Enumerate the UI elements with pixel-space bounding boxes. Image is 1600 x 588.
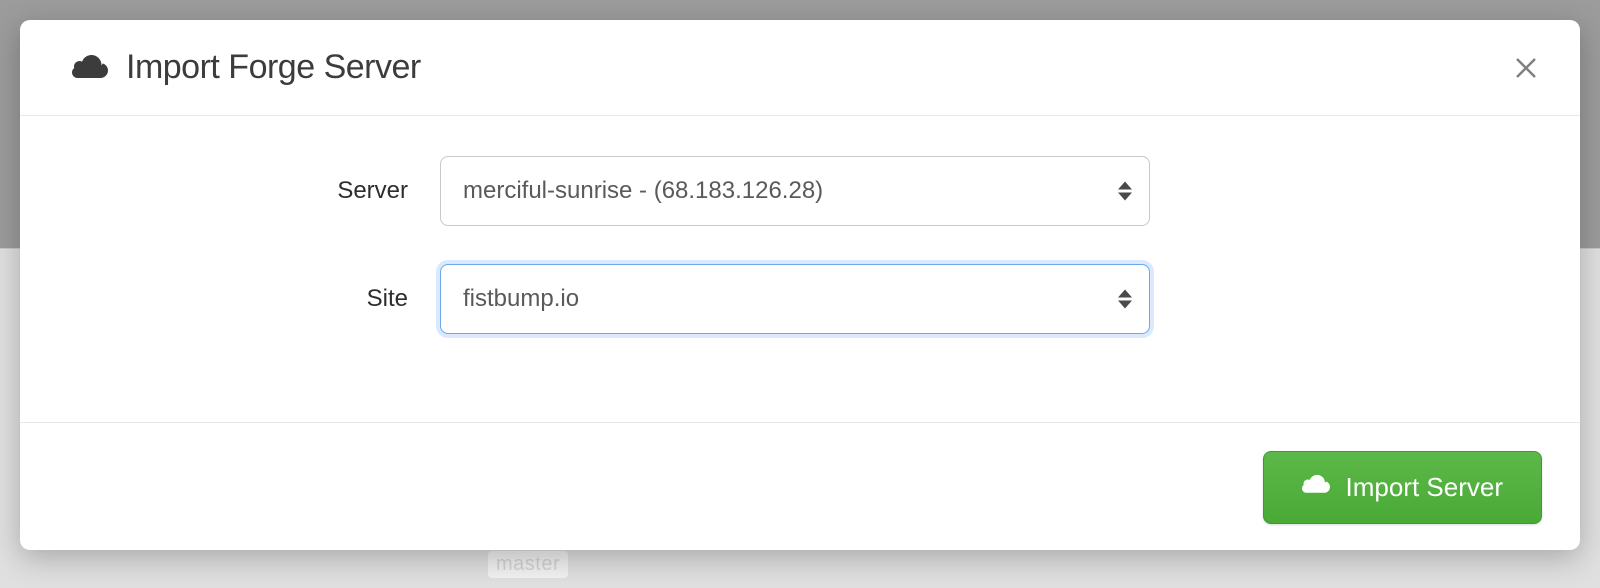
bg-tag: master (488, 551, 568, 578)
import-server-button[interactable]: Import Server (1263, 451, 1543, 524)
modal-body: Server merciful-sunrise - (68.183.126.28… (20, 116, 1580, 422)
site-select-value: fistbump.io (440, 264, 1150, 334)
server-select[interactable]: merciful-sunrise - (68.183.126.28) (440, 156, 1150, 226)
server-label: Server (70, 177, 440, 205)
import-forge-server-modal: Import Forge Server Server merciful-sunr… (20, 20, 1580, 550)
modal-header: Import Forge Server (20, 20, 1580, 116)
cloud-icon (72, 55, 108, 81)
import-server-button-label: Import Server (1346, 472, 1504, 503)
modal-footer: Import Server (20, 422, 1580, 550)
modal-title: Import Forge Server (126, 48, 421, 87)
server-select-value: merciful-sunrise - (68.183.126.28) (440, 156, 1150, 226)
cloud-icon (1302, 472, 1330, 503)
site-label: Site (70, 285, 440, 313)
close-button[interactable] (1512, 54, 1540, 82)
site-select[interactable]: fistbump.io (440, 264, 1150, 334)
